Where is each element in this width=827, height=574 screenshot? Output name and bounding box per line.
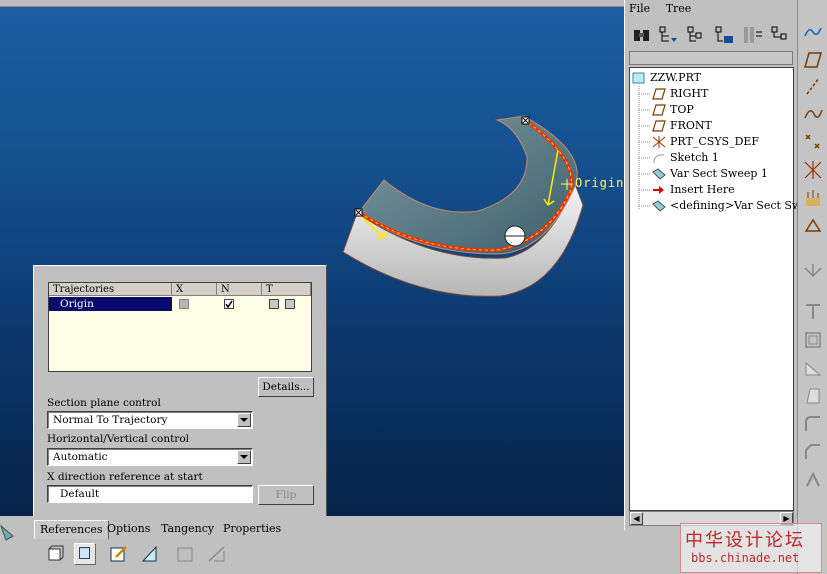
find-icon[interactable]	[631, 24, 653, 46]
tab-options[interactable]: Options	[102, 520, 155, 538]
watermark-url: bbs.chinade.net	[691, 551, 800, 565]
datum-axis-icon[interactable]	[803, 76, 823, 96]
datum-plane-icon	[652, 104, 666, 116]
hv-control-label: Horizontal/Vertical control	[47, 433, 189, 445]
datum-plane-icon[interactable]	[803, 50, 823, 70]
flip-button[interactable]: Flip	[258, 485, 314, 505]
col-t: T	[262, 283, 311, 296]
rib-icon[interactable]	[803, 358, 823, 378]
dashboard-feature-icon	[0, 524, 14, 541]
show-columns-icon[interactable]	[741, 24, 763, 46]
tree-filter-icon[interactable]	[657, 24, 679, 46]
analysis-icon[interactable]	[803, 188, 823, 208]
pattern-icon[interactable]	[803, 470, 823, 490]
shell-icon[interactable]	[803, 330, 823, 350]
tree-settings-icon[interactable]	[713, 24, 735, 46]
datum-curve-icon[interactable]	[803, 104, 823, 124]
hole-icon[interactable]	[803, 302, 823, 322]
trajectory-row-origin[interactable]: Origin	[49, 297, 172, 311]
t-checkbox-secondary[interactable]	[285, 299, 295, 309]
sketch-curve-icon[interactable]	[803, 22, 823, 42]
col-x: X	[172, 283, 217, 296]
datum-plane-icon	[652, 120, 666, 132]
tree-header-bar	[629, 51, 793, 65]
part-icon	[632, 72, 645, 84]
t-checkbox[interactable]	[269, 299, 279, 309]
datum-toolbar	[797, 0, 827, 574]
model-tree-panel: File Tree ZZW.PRT RIGHT TOP FRONT PRT_CS…	[624, 0, 821, 530]
chevron-down-icon[interactable]	[237, 450, 251, 464]
col-n: N	[217, 283, 262, 296]
thicken-icon[interactable]	[174, 543, 196, 565]
x-direction-field[interactable]: Default	[47, 485, 253, 503]
x-checkbox[interactable]	[179, 299, 189, 309]
datum-point-icon[interactable]	[803, 132, 823, 152]
watermark: 中华设计论坛 bbs.chinade.net	[680, 523, 822, 573]
tab-references[interactable]: References	[34, 520, 109, 539]
tree-structure-icon[interactable]	[769, 24, 791, 46]
surface-icon[interactable]	[74, 543, 96, 565]
tab-tangency[interactable]: Tangency	[156, 520, 219, 538]
checkmark-icon	[225, 300, 233, 308]
references-panel: Trajectories X N T Origin Details... Sec…	[33, 265, 327, 516]
trajectories-table: Trajectories X N T Origin	[48, 282, 312, 372]
tree-menubar: File Tree	[629, 2, 703, 18]
details-button[interactable]: Details...	[258, 377, 314, 397]
sketch-edit-icon[interactable]	[108, 543, 130, 565]
sweep-icon	[652, 168, 666, 180]
section-plane-select[interactable]: Normal To Trajectory	[47, 411, 253, 429]
watermark-title: 中华设计论坛	[685, 530, 805, 551]
model-tree: ZZW.PRT RIGHT TOP FRONT PRT_CSYS_DEF Ske…	[629, 67, 821, 511]
insert-arrow-icon	[653, 186, 664, 194]
sweep-tool-icon[interactable]	[803, 262, 823, 282]
extrude-icon[interactable]	[803, 216, 823, 236]
draft-icon[interactable]	[803, 386, 823, 406]
csys-icon	[652, 136, 666, 148]
tree-columns-icon[interactable]	[685, 24, 707, 46]
hv-control-select[interactable]: Automatic	[47, 448, 253, 466]
tab-properties[interactable]: Properties	[218, 520, 286, 538]
x-direction-label: X direction reference at start	[47, 471, 203, 483]
col-trajectories: Trajectories	[49, 283, 172, 296]
origin-label: Origin	[575, 176, 624, 190]
sweep-icon	[652, 200, 666, 212]
chevron-down-icon[interactable]	[237, 413, 251, 427]
chamfer-icon[interactable]	[803, 442, 823, 462]
scroll-left-icon[interactable]: ◀	[630, 512, 643, 525]
menu-tree[interactable]: Tree	[666, 2, 692, 15]
tree-toolbar	[629, 24, 793, 46]
round-icon[interactable]	[803, 414, 823, 434]
constant-section-icon[interactable]	[206, 543, 228, 565]
solid-icon[interactable]	[44, 543, 66, 565]
coordinate-system-icon[interactable]	[803, 160, 823, 180]
menu-file[interactable]: File	[629, 2, 650, 15]
section-plane-label: Section plane control	[47, 397, 161, 409]
remove-material-icon[interactable]	[140, 543, 162, 565]
sketch-icon	[653, 154, 665, 164]
datum-plane-icon	[652, 88, 666, 100]
tree-guides	[638, 86, 650, 210]
n-checkbox[interactable]	[224, 299, 234, 309]
dashboard: References Options Tangency Properties	[0, 516, 624, 574]
